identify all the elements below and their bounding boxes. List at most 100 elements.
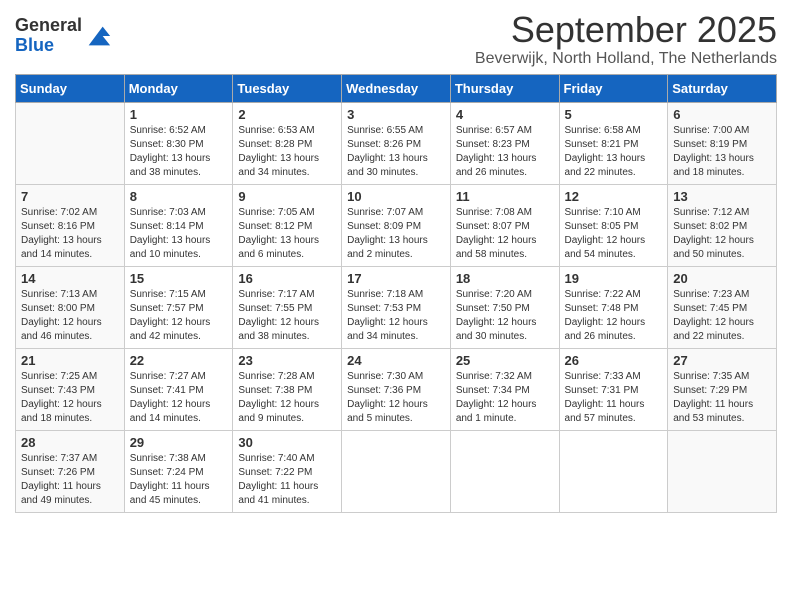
calendar-cell: 24 Sunrise: 7:30 AM Sunset: 7:36 PM Dayli… (342, 348, 451, 430)
day-info: Sunrise: 7:20 AM Sunset: 7:50 PM Dayligh… (456, 288, 554, 344)
header-saturday: Saturday (668, 74, 777, 102)
calendar-cell: 8 Sunrise: 7:03 AM Sunset: 8:14 PM Daylig… (124, 184, 233, 266)
calendar-cell: 19Sunrise: 7:22 AM Sunset: 7:48 PM Dayli… (559, 266, 668, 348)
day-number: 26 (565, 353, 663, 368)
calendar-cell (16, 102, 125, 184)
calendar-cell: 27 Sunrise: 7:35 AM Sunset: 7:29 PM Dayli… (668, 348, 777, 430)
day-info: Sunrise: 7:18 AM Sunset: 7:53 PM Dayligh… (347, 288, 445, 344)
header-friday: Friday (559, 74, 668, 102)
day-number: 2 (238, 107, 336, 122)
day-number: 4 (456, 107, 554, 122)
day-number: 5 (565, 107, 663, 122)
calendar-cell: 20 Sunrise: 7:23 AM Sunset: 7:45 PM Dayli… (668, 266, 777, 348)
logo-text: General Blue (15, 16, 82, 56)
day-number: 17 (347, 271, 445, 286)
week-row-0: 1 Sunrise: 6:52 AM Sunset: 8:30 PM Daylig… (16, 102, 777, 184)
day-info: Sunrise: 6:58 AM Sunset: 8:21 PM Dayligh… (565, 124, 663, 180)
day-info: Sunrise: 7:13 AM Sunset: 8:00 PM Dayligh… (21, 288, 119, 344)
day-number: 30 (238, 435, 336, 450)
day-number: 9 (238, 189, 336, 204)
calendar-cell: 15Sunrise: 7:15 AM Sunset: 7:57 PM Dayli… (124, 266, 233, 348)
day-number: 13 (673, 189, 771, 204)
calendar-cell: 6Sunrise: 7:00 AM Sunset: 8:19 PM Daylig… (668, 102, 777, 184)
day-info: Sunrise: 6:52 AM Sunset: 8:30 PM Dayligh… (130, 124, 228, 180)
calendar-table: SundayMondayTuesdayWednesdayThursdayFrid… (15, 74, 777, 513)
day-number: 8 (130, 189, 228, 204)
day-info: Sunrise: 7:27 AM Sunset: 7:41 PM Dayligh… (130, 370, 228, 426)
calendar-cell: 26 Sunrise: 7:33 AM Sunset: 7:31 PM Dayli… (559, 348, 668, 430)
day-info: Sunrise: 7:23 AM Sunset: 7:45 PM Dayligh… (673, 288, 771, 344)
day-number: 21 (21, 353, 119, 368)
day-number: 29 (130, 435, 228, 450)
day-number: 24 (347, 353, 445, 368)
calendar-cell: 10Sunrise: 7:07 AM Sunset: 8:09 PM Dayli… (342, 184, 451, 266)
day-info: Sunrise: 7:40 AM Sunset: 7:22 PM Dayligh… (238, 452, 336, 508)
day-number: 28 (21, 435, 119, 450)
day-number: 27 (673, 353, 771, 368)
calendar-cell: 5 Sunrise: 6:58 AM Sunset: 8:21 PM Daylig… (559, 102, 668, 184)
page-header: General Blue September 2025 Beverwijk, N… (15, 10, 777, 68)
day-number: 11 (456, 189, 554, 204)
calendar-cell: 1 Sunrise: 6:52 AM Sunset: 8:30 PM Daylig… (124, 102, 233, 184)
header-wednesday: Wednesday (342, 74, 451, 102)
day-number: 25 (456, 353, 554, 368)
day-number: 19 (565, 271, 663, 286)
day-info: Sunrise: 7:33 AM Sunset: 7:31 PM Dayligh… (565, 370, 663, 426)
day-number: 14 (21, 271, 119, 286)
day-info: Sunrise: 6:55 AM Sunset: 8:26 PM Dayligh… (347, 124, 445, 180)
calendar-header-row: SundayMondayTuesdayWednesdayThursdayFrid… (16, 74, 777, 102)
week-row-2: 14 Sunrise: 7:13 AM Sunset: 8:00 PM Dayli… (16, 266, 777, 348)
calendar-cell: 28Sunrise: 7:37 AM Sunset: 7:26 PM Dayli… (16, 430, 125, 512)
day-number: 20 (673, 271, 771, 286)
title-section: September 2025 Beverwijk, North Holland,… (475, 10, 777, 68)
calendar-cell (342, 430, 451, 512)
calendar-cell: 11 Sunrise: 7:08 AM Sunset: 8:07 PM Dayli… (450, 184, 559, 266)
calendar-cell: 25 Sunrise: 7:32 AM Sunset: 7:34 PM Dayli… (450, 348, 559, 430)
calendar-cell (559, 430, 668, 512)
day-number: 15 (130, 271, 228, 286)
day-info: Sunrise: 7:30 AM Sunset: 7:36 PM Dayligh… (347, 370, 445, 426)
calendar-cell: 3 Sunrise: 6:55 AM Sunset: 8:26 PM Daylig… (342, 102, 451, 184)
day-info: Sunrise: 7:00 AM Sunset: 8:19 PM Dayligh… (673, 124, 771, 180)
calendar-cell: 2Sunrise: 6:53 AM Sunset: 8:28 PM Daylig… (233, 102, 342, 184)
day-number: 16 (238, 271, 336, 286)
day-number: 3 (347, 107, 445, 122)
day-info: Sunrise: 7:25 AM Sunset: 7:43 PM Dayligh… (21, 370, 119, 426)
calendar-cell: 17 Sunrise: 7:18 AM Sunset: 7:53 PM Dayli… (342, 266, 451, 348)
day-number: 18 (456, 271, 554, 286)
week-row-1: 7 Sunrise: 7:02 AM Sunset: 8:16 PM Daylig… (16, 184, 777, 266)
logo: General Blue (15, 16, 112, 56)
day-number: 7 (21, 189, 119, 204)
calendar-cell: 9 Sunrise: 7:05 AM Sunset: 8:12 PM Daylig… (233, 184, 342, 266)
week-row-3: 21 Sunrise: 7:25 AM Sunset: 7:43 PM Dayli… (16, 348, 777, 430)
calendar-cell: 23Sunrise: 7:28 AM Sunset: 7:38 PM Dayli… (233, 348, 342, 430)
day-number: 1 (130, 107, 228, 122)
day-info: Sunrise: 7:28 AM Sunset: 7:38 PM Dayligh… (238, 370, 336, 426)
day-info: Sunrise: 7:38 AM Sunset: 7:24 PM Dayligh… (130, 452, 228, 508)
day-info: Sunrise: 7:08 AM Sunset: 8:07 PM Dayligh… (456, 206, 554, 262)
calendar-cell: 14 Sunrise: 7:13 AM Sunset: 8:00 PM Dayli… (16, 266, 125, 348)
calendar-cell (668, 430, 777, 512)
day-info: Sunrise: 7:10 AM Sunset: 8:05 PM Dayligh… (565, 206, 663, 262)
calendar-cell: 13 Sunrise: 7:12 AM Sunset: 8:02 PM Dayli… (668, 184, 777, 266)
calendar-cell: 18 Sunrise: 7:20 AM Sunset: 7:50 PM Dayli… (450, 266, 559, 348)
calendar-cell: 4 Sunrise: 6:57 AM Sunset: 8:23 PM Daylig… (450, 102, 559, 184)
day-info: Sunrise: 7:17 AM Sunset: 7:55 PM Dayligh… (238, 288, 336, 344)
day-info: Sunrise: 7:05 AM Sunset: 8:12 PM Dayligh… (238, 206, 336, 262)
day-info: Sunrise: 6:57 AM Sunset: 8:23 PM Dayligh… (456, 124, 554, 180)
day-info: Sunrise: 7:02 AM Sunset: 8:16 PM Dayligh… (21, 206, 119, 262)
day-number: 22 (130, 353, 228, 368)
calendar-cell (450, 430, 559, 512)
day-info: Sunrise: 7:35 AM Sunset: 7:29 PM Dayligh… (673, 370, 771, 426)
header-monday: Monday (124, 74, 233, 102)
day-info: Sunrise: 7:07 AM Sunset: 8:09 PM Dayligh… (347, 206, 445, 262)
day-info: Sunrise: 7:12 AM Sunset: 8:02 PM Dayligh… (673, 206, 771, 262)
location-subtitle: Beverwijk, North Holland, The Netherland… (475, 50, 777, 68)
day-info: Sunrise: 7:32 AM Sunset: 7:34 PM Dayligh… (456, 370, 554, 426)
week-row-4: 28Sunrise: 7:37 AM Sunset: 7:26 PM Dayli… (16, 430, 777, 512)
logo-icon (84, 22, 112, 50)
calendar-cell: 29 Sunrise: 7:38 AM Sunset: 7:24 PM Dayli… (124, 430, 233, 512)
month-title: September 2025 (475, 10, 777, 50)
calendar-cell: 22 Sunrise: 7:27 AM Sunset: 7:41 PM Dayli… (124, 348, 233, 430)
day-info: Sunrise: 7:03 AM Sunset: 8:14 PM Dayligh… (130, 206, 228, 262)
